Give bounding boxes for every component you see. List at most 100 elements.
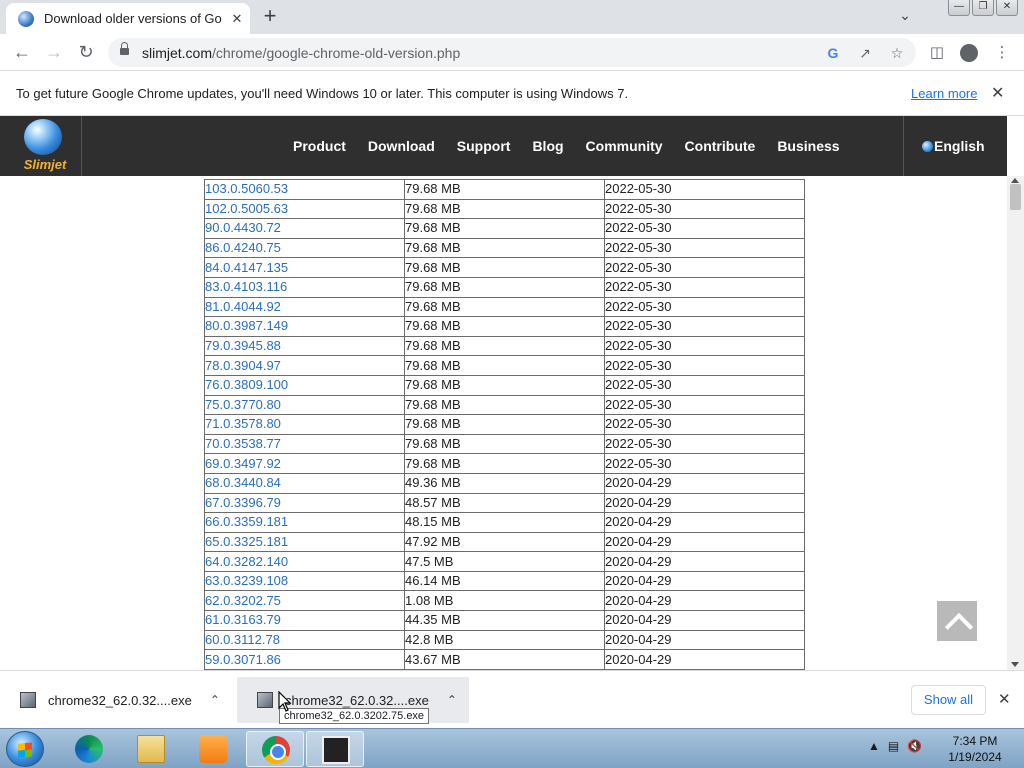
tray-expand-icon[interactable]: ▲ [868,739,880,753]
profile-avatar-icon[interactable] [960,44,978,62]
table-row: 59.0.3071.86 43.67 MB 2020-04-29 [204,649,805,670]
menu-kebab-icon[interactable]: ⋮ [991,42,1013,64]
nav-support[interactable]: Support [457,138,511,154]
version-link[interactable]: 69.0.3497.92 [204,453,405,474]
version-link[interactable]: 90.0.4430.72 [204,218,405,239]
size-cell: 79.68 MB [404,453,605,474]
google-lens-icon[interactable]: G [824,44,842,62]
nav-product[interactable]: Product [293,138,346,154]
version-link[interactable]: 67.0.3396.79 [204,492,405,514]
maximize-button[interactable]: ❐ [972,0,994,16]
browser-tab[interactable]: Download older versions of Goog ✕ [6,3,250,34]
network-icon[interactable]: ▤ [888,739,899,753]
forward-button[interactable]: → [41,40,67,66]
volume-muted-icon[interactable]: 🔇 [907,739,922,753]
version-link[interactable]: 63.0.3239.108 [204,570,405,592]
size-cell: 47.5 MB [404,551,605,572]
taskbar-chrome[interactable] [246,731,304,767]
version-link[interactable]: 75.0.3770.80 [204,394,405,416]
version-link[interactable]: 61.0.3163.79 [204,610,405,631]
size-cell: 47.92 MB [404,531,605,553]
size-cell: 79.68 MB [404,218,605,239]
tab-strip: Download older versions of Goog ✕ + ⌄ — … [0,0,1024,34]
taskbar-media[interactable] [184,731,242,767]
version-link[interactable]: 79.0.3945.88 [204,335,405,357]
lock-icon[interactable] [120,42,129,57]
scroll-to-top-button[interactable] [937,601,977,641]
version-link[interactable]: 76.0.3809.100 [204,374,405,396]
page-scrollbar[interactable] [1007,176,1024,670]
version-link[interactable]: 60.0.3112.78 [204,629,405,651]
table-row: 75.0.3770.80 79.68 MB 2022-05-30 [204,394,805,416]
chrome-icon [262,736,290,764]
taskbar-edge[interactable] [60,731,118,767]
clock[interactable]: 7:34 PM 1/19/2024 [940,733,1010,765]
size-cell: 79.68 MB [404,355,605,376]
table-row: 84.0.4147.135 79.68 MB 2022-05-30 [204,257,805,278]
version-link[interactable]: 68.0.3440.84 [204,472,405,494]
nav-blog[interactable]: Blog [532,138,563,154]
bookmark-star-icon[interactable]: ☆ [888,44,906,62]
size-cell: 79.68 MB [404,296,605,318]
scroll-up-arrow-icon[interactable] [1011,178,1019,183]
version-link[interactable]: 103.0.5060.53 [204,179,405,200]
version-link[interactable]: 102.0.5005.63 [204,198,405,220]
size-cell: 79.68 MB [404,394,605,416]
url-text[interactable]: slimjet.com/chrome/google-chrome-old-ver… [142,45,460,61]
reload-button[interactable]: ↻ [73,40,99,66]
nav-download[interactable]: Download [368,138,435,154]
version-link[interactable]: 84.0.4147.135 [204,257,405,278]
taskbar-explorer[interactable] [122,731,180,767]
minimize-button[interactable]: — [948,0,970,16]
learn-more-link[interactable]: Learn more [911,86,977,101]
chevron-up-icon[interactable]: ⌃ [447,693,457,707]
version-link[interactable]: 65.0.3325.181 [204,531,405,553]
table-row: 61.0.3163.79 44.35 MB 2020-04-29 [204,610,805,631]
download-shelf-close-icon[interactable]: ✕ [998,690,1011,708]
nav-contribute[interactable]: Contribute [685,138,756,154]
taskbar-film[interactable] [306,731,364,767]
scroll-down-arrow-icon[interactable] [1011,662,1019,667]
version-link[interactable]: 86.0.4240.75 [204,237,405,259]
download-item[interactable]: chrome32_62.0.32....exe ⌃ [0,677,230,723]
folder-icon [137,735,165,763]
address-bar[interactable]: slimjet.com/chrome/google-chrome-old-ver… [108,38,916,67]
version-link[interactable]: 80.0.3987.149 [204,316,405,337]
size-cell: 79.68 MB [404,335,605,357]
version-link[interactable]: 66.0.3359.181 [204,512,405,533]
version-link[interactable]: 70.0.3538.77 [204,433,405,455]
version-link[interactable]: 59.0.3071.86 [204,649,405,670]
language-selector[interactable]: English [903,116,1007,176]
chevron-up-icon[interactable]: ⌃ [210,693,220,707]
download-tooltip: chrome32_62.0.3202.75.exe [279,708,430,724]
table-row: 80.0.3987.149 79.68 MB 2022-05-30 [204,316,805,337]
infobar-close-icon[interactable]: ✕ [991,83,1004,103]
back-button[interactable]: ← [9,40,35,66]
start-button[interactable] [6,731,44,767]
nav-business[interactable]: Business [777,138,839,154]
date-cell: 2020-04-29 [604,590,805,612]
version-link[interactable]: 64.0.3282.140 [204,551,405,572]
side-panel-icon[interactable]: ◫ [926,42,948,64]
new-tab-button[interactable]: + [258,5,282,29]
scrollbar-thumb[interactable] [1010,184,1021,210]
nav-community[interactable]: Community [586,138,663,154]
size-cell: 79.68 MB [404,257,605,278]
tab-search-icon[interactable]: ⌄ [895,7,915,27]
date-cell: 2022-05-30 [604,453,805,474]
version-link[interactable]: 62.0.3202.75 [204,590,405,612]
slimjet-logo[interactable]: Slimjet [4,116,82,176]
version-link[interactable]: 71.0.3578.80 [204,414,405,435]
version-link[interactable]: 78.0.3904.97 [204,355,405,376]
share-icon[interactable]: ↗ [856,44,874,62]
table-row: 103.0.5060.53 79.68 MB 2022-05-30 [204,179,805,200]
size-cell: 79.68 MB [404,276,605,298]
close-window-button[interactable]: ✕ [996,0,1018,16]
show-all-button[interactable]: Show all [911,685,986,715]
language-globe-icon [922,141,933,152]
version-link[interactable]: 83.0.4103.116 [204,276,405,298]
version-link[interactable]: 81.0.4044.92 [204,296,405,318]
edge-icon [75,735,103,763]
tab-close-icon[interactable]: ✕ [228,11,246,27]
table-row: 81.0.4044.92 79.68 MB 2022-05-30 [204,296,805,318]
